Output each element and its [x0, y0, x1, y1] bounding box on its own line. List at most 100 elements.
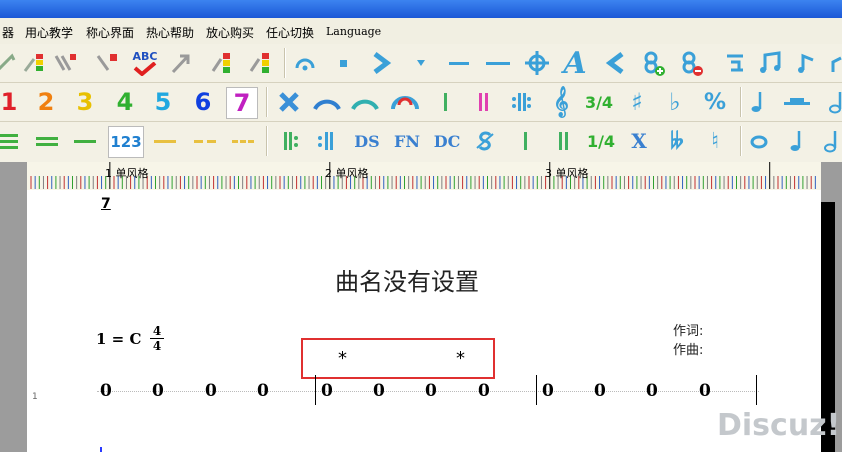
treble-clef-icon[interactable]: 𝄞 [546, 87, 576, 117]
underline-dash-icon[interactable] [150, 126, 180, 156]
note[interactable]: 0 [646, 381, 658, 401]
lines-icon[interactable] [720, 48, 750, 78]
whole-note-icon[interactable] [744, 126, 774, 156]
quarter-note-icon[interactable] [744, 87, 774, 117]
menu-item-editor[interactable]: 器 [2, 24, 14, 41]
digit-5-button[interactable]: 5 [148, 87, 178, 117]
natural-icon[interactable]: ♮ [700, 126, 730, 156]
beamed-notes-icon[interactable] [756, 48, 786, 78]
note[interactable]: 0 [478, 381, 490, 401]
double-flat-icon[interactable]: 𝄫 [662, 126, 692, 156]
time-signature-34-button[interactable]: 3/4 [584, 87, 614, 117]
menu-item-switch[interactable]: 任心切换 [266, 24, 314, 41]
note[interactable]: 0 [152, 381, 164, 401]
slur-color-icon[interactable] [390, 87, 420, 117]
ruler-label-2: 2 单风格 [325, 167, 369, 180]
decrescendo-icon[interactable] [600, 48, 630, 78]
tie-icon[interactable] [350, 87, 380, 117]
half-note-icon[interactable] [820, 87, 842, 117]
menu-item-language[interactable]: Language [326, 25, 381, 38]
time-signature-14-button[interactable]: 1/4 [586, 126, 616, 156]
repeat-end-icon[interactable] [312, 126, 342, 156]
toolbar-row-3: 123 DS FN DC 1/4 X 𝄫 ♮ [0, 122, 842, 163]
spell-check-button[interactable]: ABC [130, 48, 160, 78]
menu-item-help[interactable]: 热心帮助 [146, 24, 194, 41]
fermata-icon[interactable] [290, 48, 320, 78]
note[interactable]: 0 [542, 381, 554, 401]
accent-icon[interactable] [366, 48, 396, 78]
text-tool-icon[interactable]: A [560, 46, 590, 81]
menu-item-interface[interactable]: 称心界面 [86, 24, 134, 41]
digit-7-button[interactable]: 7 [226, 87, 258, 119]
note[interactable]: 0 [699, 381, 711, 401]
bar-line-icon[interactable] [430, 87, 460, 117]
ds-button[interactable]: DS [350, 126, 384, 156]
delete-x-icon[interactable] [274, 87, 304, 117]
whole-rest-icon[interactable] [782, 87, 812, 117]
sharp-icon[interactable]: ♯ [622, 87, 652, 117]
menu-item-buy[interactable]: 放心购买 [206, 24, 254, 41]
triple-line-icon[interactable] [0, 126, 22, 156]
cursor-note-marker: 7 [101, 196, 111, 212]
dash-dot-icon[interactable] [228, 126, 258, 156]
color-select-2-icon[interactable] [246, 48, 276, 78]
add-measure-icon[interactable] [638, 48, 668, 78]
note-flag-icon[interactable] [792, 48, 822, 78]
note[interactable]: 0 [321, 381, 333, 401]
note[interactable]: 0 [205, 381, 217, 401]
ruler-label-1: 1 单风格 [105, 167, 149, 180]
dot-icon[interactable] [328, 48, 358, 78]
double-bar-icon[interactable] [468, 87, 498, 117]
digit-4-button[interactable]: 4 [110, 87, 140, 117]
arrow-tool-icon[interactable] [0, 48, 22, 78]
fn-button[interactable]: FN [390, 126, 424, 156]
triangle-down-icon[interactable] [406, 48, 436, 78]
note-hook-icon[interactable] [822, 48, 842, 78]
repeat-bar-icon[interactable] [506, 87, 536, 117]
arrow-red-icon[interactable] [92, 48, 122, 78]
note[interactable]: 0 [100, 381, 112, 401]
color-mode-icon[interactable] [20, 48, 50, 78]
note[interactable]: 0 [594, 381, 606, 401]
number-mode-button[interactable]: 123 [108, 126, 144, 158]
window-titlebar [0, 0, 842, 18]
single-line-icon[interactable] [70, 126, 100, 156]
quarter-note-2-icon[interactable] [782, 126, 812, 156]
digit-6-button[interactable]: 6 [188, 87, 218, 117]
note[interactable]: 0 [425, 381, 437, 401]
tenuto-icon[interactable] [444, 48, 474, 78]
lyricist-label[interactable]: 作词: [673, 320, 703, 339]
double-bar-green-icon[interactable] [548, 126, 578, 156]
arrow-up-icon[interactable] [166, 48, 196, 78]
measure-ruler[interactable]: 1 单风格 2 单风格 3 单风格 [27, 162, 821, 191]
repeat-start-icon[interactable] [274, 126, 304, 156]
note[interactable]: 0 [373, 381, 385, 401]
digit-2-button[interactable]: 2 [31, 87, 61, 117]
time-signature-top: 4 [150, 324, 164, 339]
remove-measure-icon[interactable] [676, 48, 706, 78]
song-title[interactable]: 曲名没有设置 [335, 262, 479, 297]
note[interactable]: 0 [257, 381, 269, 401]
bar-green-icon[interactable] [510, 126, 540, 156]
text-cursor [100, 447, 102, 452]
crosshair-icon[interactable] [522, 48, 552, 78]
color-select-icon[interactable] [208, 48, 238, 78]
x-button[interactable]: X [624, 126, 654, 156]
percent-icon[interactable]: % [700, 87, 730, 117]
digit-3-button[interactable]: 3 [70, 87, 100, 117]
dc-button[interactable]: DC [430, 126, 464, 156]
bar-line [536, 375, 537, 405]
double-arrow-icon[interactable] [50, 48, 80, 78]
half-note-2-icon[interactable] [816, 126, 842, 156]
digit-1-button[interactable]: 1 [0, 87, 24, 117]
flat-icon[interactable]: ♭ [660, 87, 690, 117]
long-dash-icon[interactable] [482, 48, 512, 78]
slur-icon[interactable] [312, 87, 342, 117]
key-signature[interactable]: 1 = C [96, 330, 141, 348]
menu-item-teaching[interactable]: 用心教学 [25, 24, 73, 41]
time-signature[interactable]: 4 4 [150, 324, 164, 353]
double-line-icon[interactable] [32, 126, 62, 156]
dash-dash-icon[interactable] [190, 126, 220, 156]
segno-icon[interactable] [470, 126, 500, 156]
composer-label[interactable]: 作曲: [673, 339, 703, 358]
